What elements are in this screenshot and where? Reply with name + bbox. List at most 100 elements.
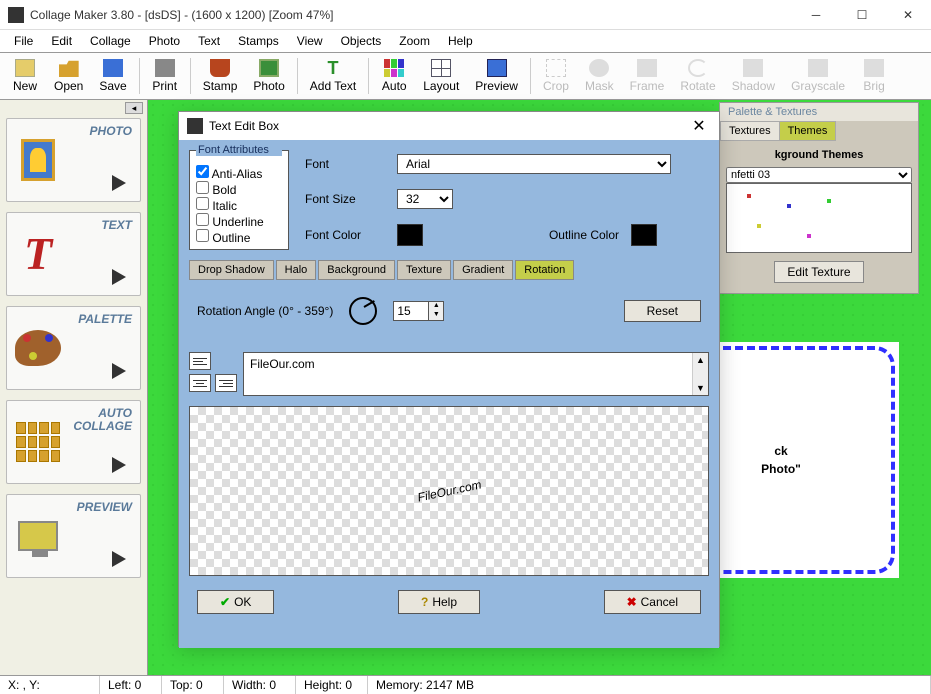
toolbar-print[interactable]: Print xyxy=(144,54,186,98)
scroll-up-icon[interactable]: ▲ xyxy=(693,353,708,367)
tab-texture[interactable]: Texture xyxy=(397,260,451,280)
menu-text[interactable]: Text xyxy=(190,32,228,50)
sidebar-palette[interactable]: PALETTE xyxy=(6,306,141,390)
tab-rotation[interactable]: Rotation xyxy=(515,260,574,280)
text-preview: FileOur.com xyxy=(189,406,709,576)
toolbar-shadow[interactable]: Shadow xyxy=(724,54,783,98)
outline-color-label: Outline Color xyxy=(529,228,619,242)
dialog-close-button[interactable]: ✕ xyxy=(687,116,711,136)
status-width: Width: 0 xyxy=(224,676,296,694)
play-icon xyxy=(112,175,126,191)
font-select[interactable]: Arial xyxy=(397,154,671,174)
scrollbar[interactable]: ▲▼ xyxy=(692,353,708,395)
outline-color-swatch[interactable] xyxy=(631,224,657,246)
theme-select[interactable]: nfetti 03 xyxy=(726,167,912,183)
menu-help[interactable]: Help xyxy=(440,32,481,50)
text-edit-dialog: Text Edit Box ✕ Font Attributes Anti-Ali… xyxy=(178,111,720,647)
font-color-label: Font Color xyxy=(305,228,385,242)
reset-button[interactable]: Reset xyxy=(624,300,701,322)
menu-objects[interactable]: Objects xyxy=(333,32,390,50)
menu-edit[interactable]: Edit xyxy=(43,32,80,50)
check-underline[interactable]: Underline xyxy=(196,213,282,229)
align-left-button[interactable] xyxy=(189,352,211,370)
tab-textures[interactable]: Textures xyxy=(720,121,780,141)
sidebar-collapse-icon[interactable]: ◂ xyxy=(125,102,143,114)
angle-indicator-icon[interactable] xyxy=(349,297,377,325)
play-icon xyxy=(112,551,126,567)
photo-icon xyxy=(13,135,63,185)
close-window-button[interactable]: ✕ xyxy=(885,0,931,30)
tab-drop-shadow[interactable]: Drop Shadow xyxy=(189,260,274,280)
sidebar-preview[interactable]: PREVIEW xyxy=(6,494,141,578)
toolbar-new[interactable]: New xyxy=(4,54,46,98)
toolbar-mask[interactable]: Mask xyxy=(577,54,622,98)
menu-collage[interactable]: Collage xyxy=(82,32,139,50)
toolbar-stamp[interactable]: Stamp xyxy=(195,54,246,98)
toolbar-add-text[interactable]: TAdd Text xyxy=(302,54,364,98)
monitor-icon xyxy=(13,511,63,561)
status-left: Left: 0 xyxy=(100,676,162,694)
toolbar-layout[interactable]: Layout xyxy=(415,54,467,98)
edit-texture-button[interactable]: Edit Texture xyxy=(774,261,863,283)
check-icon: ✔ xyxy=(220,595,230,609)
tab-themes[interactable]: Themes xyxy=(779,121,837,141)
menu-photo[interactable]: Photo xyxy=(141,32,188,50)
cancel-button[interactable]: ✖Cancel xyxy=(604,590,701,614)
sidebar-item-label: AUTO COLLAGE xyxy=(73,407,132,433)
menu-stamps[interactable]: Stamps xyxy=(230,32,287,50)
font-label: Font xyxy=(305,157,385,171)
spinner-down-icon[interactable]: ▼ xyxy=(429,311,443,320)
align-right-button[interactable] xyxy=(215,374,237,392)
check-bold[interactable]: Bold xyxy=(196,181,282,197)
rotation-spinner[interactable]: ▲▼ xyxy=(393,301,444,321)
rotation-input[interactable] xyxy=(393,301,429,321)
font-size-label: Font Size xyxy=(305,192,385,206)
check-anti-alias[interactable]: Anti-Alias xyxy=(196,165,282,181)
toolbar-save[interactable]: Save xyxy=(91,54,134,98)
spinner-up-icon[interactable]: ▲ xyxy=(429,302,443,311)
toolbar-frame[interactable]: Frame xyxy=(622,54,673,98)
sidebar-text[interactable]: T TEXT xyxy=(6,212,141,296)
maximize-button[interactable]: ☐ xyxy=(839,0,885,30)
toolbar-open[interactable]: Open xyxy=(46,54,91,98)
toolbar-preview[interactable]: Preview xyxy=(467,54,526,98)
palette-textures-panel: Palette & Textures Textures Themes kgrou… xyxy=(719,102,919,294)
check-italic[interactable]: Italic xyxy=(196,197,282,213)
window-titlebar: Collage Maker 3.80 - [dsDS] - (1600 x 12… xyxy=(0,0,931,30)
ok-button[interactable]: ✔OK xyxy=(197,590,274,614)
tab-background[interactable]: Background xyxy=(318,260,395,280)
menu-view[interactable]: View xyxy=(289,32,331,50)
status-memory: Memory: 2147 MB xyxy=(368,676,931,694)
text-content-input[interactable]: FileOur.com ▲▼ xyxy=(243,352,709,396)
toolbar-crop[interactable]: Crop xyxy=(535,54,577,98)
effect-tabs: Drop Shadow Halo Background Texture Grad… xyxy=(189,260,709,280)
check-outline[interactable]: Outline xyxy=(196,229,282,245)
scroll-down-icon[interactable]: ▼ xyxy=(693,381,708,395)
tab-gradient[interactable]: Gradient xyxy=(453,260,513,280)
sidebar-auto-collage[interactable]: AUTO COLLAGE xyxy=(6,400,141,484)
window-title: Collage Maker 3.80 - [dsDS] - (1600 x 12… xyxy=(30,8,793,22)
toolbar-brightness[interactable]: Brig xyxy=(853,54,895,98)
play-icon xyxy=(112,269,126,285)
help-button[interactable]: ?Help xyxy=(398,590,480,614)
tab-halo[interactable]: Halo xyxy=(276,260,317,280)
font-size-select[interactable]: 32 xyxy=(397,189,453,209)
dialog-icon xyxy=(187,118,203,134)
sidebar-photo[interactable]: PHOTO xyxy=(6,118,141,202)
menu-file[interactable]: File xyxy=(6,32,41,50)
align-center-button[interactable] xyxy=(189,374,211,392)
menu-bar: File Edit Collage Photo Text Stamps View… xyxy=(0,30,931,52)
menu-zoom[interactable]: Zoom xyxy=(391,32,438,50)
toolbar-grayscale[interactable]: Grayscale xyxy=(783,54,853,98)
play-icon xyxy=(112,363,126,379)
app-icon xyxy=(8,7,24,23)
themes-heading: kground Themes xyxy=(726,147,912,167)
text-icon: T xyxy=(13,229,63,279)
font-color-swatch[interactable] xyxy=(397,224,423,246)
dialog-title: Text Edit Box xyxy=(209,119,687,133)
minimize-button[interactable]: ─ xyxy=(793,0,839,30)
toolbar-rotate[interactable]: Rotate xyxy=(672,54,723,98)
help-icon: ? xyxy=(421,595,428,609)
toolbar-auto[interactable]: Auto xyxy=(373,54,415,98)
toolbar-photo[interactable]: Photo xyxy=(245,54,292,98)
